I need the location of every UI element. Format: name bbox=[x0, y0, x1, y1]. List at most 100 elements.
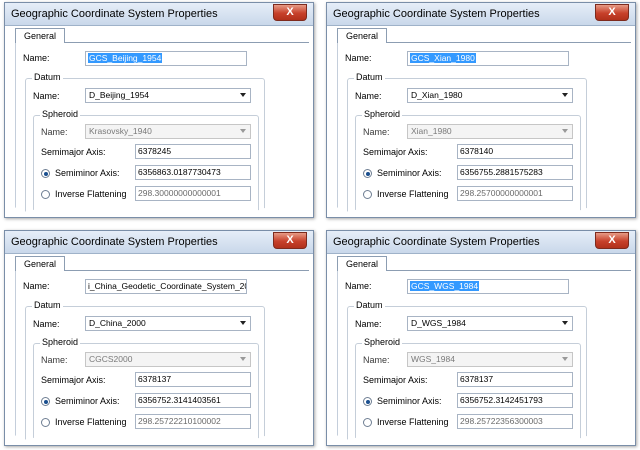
semimajor-label: Semimajor Axis: bbox=[41, 375, 106, 385]
datum-name-label: Name: bbox=[355, 319, 382, 329]
datum-value: D_China_2000 bbox=[89, 318, 146, 328]
close-button[interactable]: X bbox=[595, 4, 629, 21]
dialog-beijing-1954: Geographic Coordinate System Properties … bbox=[4, 2, 314, 218]
spheroid-group-label: Spheroid bbox=[40, 337, 81, 347]
inverse-flattening-label: Inverse Flattening bbox=[377, 189, 449, 199]
inverse-flattening-value: 298.25722210100002 bbox=[138, 416, 221, 426]
name-value: GCS_Beijing_1954 bbox=[88, 53, 163, 63]
name-label: Name: bbox=[345, 281, 372, 291]
spheroid-group-label: Spheroid bbox=[362, 109, 403, 119]
name-label: Name: bbox=[345, 53, 372, 63]
datum-select[interactable]: D_Xian_1980 bbox=[407, 88, 573, 103]
name-input[interactable]: GCS_Beijing_1954 bbox=[85, 51, 247, 66]
chevron-down-icon[interactable] bbox=[240, 93, 246, 97]
titlebar[interactable]: Geographic Coordinate System Properties … bbox=[5, 231, 313, 254]
spheroid-name-label: Name: bbox=[41, 127, 68, 137]
semiminor-label: Semiminor Axis: bbox=[55, 168, 120, 178]
inverse-flattening-radio[interactable] bbox=[363, 418, 372, 427]
semiminor-input[interactable]: 6356752.3142451793 bbox=[457, 393, 573, 408]
semimajor-input[interactable]: 6378140 bbox=[457, 144, 573, 159]
datum-select[interactable]: D_China_2000 bbox=[85, 316, 251, 331]
dialog-xian-1980: Geographic Coordinate System Properties … bbox=[326, 2, 636, 218]
inverse-flattening-value: 298.25722356300003 bbox=[460, 416, 543, 426]
semimajor-value: 6378137 bbox=[460, 374, 494, 384]
chevron-down-icon bbox=[240, 129, 246, 133]
inverse-flattening-input: 298.25722356300003 bbox=[457, 414, 573, 429]
spheroid-value: Krasovsky_1940 bbox=[89, 126, 152, 136]
inverse-flattening-radio[interactable] bbox=[41, 418, 50, 427]
semimajor-label: Semimajor Axis: bbox=[363, 375, 428, 385]
semiminor-value: 6356755.2881575283 bbox=[460, 167, 543, 177]
datum-name-label: Name: bbox=[33, 91, 60, 101]
datum-value: D_WGS_1984 bbox=[411, 318, 466, 328]
inverse-flattening-input: 298.25700000000001 bbox=[457, 186, 573, 201]
tab-general[interactable]: General bbox=[337, 28, 387, 43]
semiminor-radio[interactable] bbox=[41, 397, 50, 406]
semimajor-label: Semimajor Axis: bbox=[41, 147, 106, 157]
chevron-down-icon[interactable] bbox=[240, 321, 246, 325]
chevron-down-icon[interactable] bbox=[562, 321, 568, 325]
spheroid-name-label: Name: bbox=[363, 355, 390, 365]
tab-general[interactable]: General bbox=[15, 256, 65, 271]
semimajor-input[interactable]: 6378137 bbox=[135, 372, 251, 387]
name-input[interactable]: GCS_Xian_1980 bbox=[407, 51, 569, 66]
tab-general[interactable]: General bbox=[15, 28, 65, 43]
close-button[interactable]: X bbox=[595, 232, 629, 249]
titlebar[interactable]: Geographic Coordinate System Properties … bbox=[5, 3, 313, 26]
titlebar[interactable]: Geographic Coordinate System Properties … bbox=[327, 231, 635, 254]
dialog-china-2000: Geographic Coordinate System Properties … bbox=[4, 230, 314, 446]
semiminor-label: Semiminor Axis: bbox=[377, 168, 442, 178]
name-value: i_China_Geodetic_Coordinate_System_2000 bbox=[88, 281, 247, 291]
inverse-flattening-label: Inverse Flattening bbox=[55, 417, 127, 427]
window-title: Geographic Coordinate System Properties bbox=[333, 8, 540, 20]
semimajor-input[interactable]: 6378137 bbox=[457, 372, 573, 387]
semiminor-radio[interactable] bbox=[363, 397, 372, 406]
dialog-wgs-1984: Geographic Coordinate System Properties … bbox=[326, 230, 636, 446]
name-input[interactable]: GCS_WGS_1984 bbox=[407, 279, 569, 294]
semiminor-value: 6356863.0187730473 bbox=[138, 167, 221, 177]
name-input[interactable]: i_China_Geodetic_Coordinate_System_2000 bbox=[85, 279, 247, 294]
semimajor-label: Semimajor Axis: bbox=[363, 147, 428, 157]
name-label: Name: bbox=[23, 53, 50, 63]
spheroid-select[interactable]: Xian_1980 bbox=[407, 124, 573, 139]
spheroid-select[interactable]: WGS_1984 bbox=[407, 352, 573, 367]
semiminor-value: 6356752.3142451793 bbox=[460, 395, 543, 405]
semiminor-radio[interactable] bbox=[41, 169, 50, 178]
datum-name-label: Name: bbox=[33, 319, 60, 329]
inverse-flattening-radio[interactable] bbox=[363, 190, 372, 199]
semimajor-input[interactable]: 6378245 bbox=[135, 144, 251, 159]
inverse-flattening-radio[interactable] bbox=[41, 190, 50, 199]
spheroid-select[interactable]: Krasovsky_1940 bbox=[85, 124, 251, 139]
datum-value: D_Beijing_1954 bbox=[89, 90, 150, 100]
semiminor-input[interactable]: 6356863.0187730473 bbox=[135, 165, 251, 180]
inverse-flattening-input: 298.30000000000001 bbox=[135, 186, 251, 201]
semimajor-value: 6378140 bbox=[460, 146, 494, 156]
semiminor-input[interactable]: 6356755.2881575283 bbox=[457, 165, 573, 180]
close-button[interactable]: X bbox=[273, 4, 307, 21]
close-button[interactable]: X bbox=[273, 232, 307, 249]
inverse-flattening-label: Inverse Flattening bbox=[55, 189, 127, 199]
window-title: Geographic Coordinate System Properties bbox=[11, 8, 218, 20]
inverse-flattening-value: 298.25700000000001 bbox=[460, 188, 543, 198]
spheroid-name-label: Name: bbox=[363, 127, 390, 137]
semimajor-value: 6378137 bbox=[138, 374, 172, 384]
spheroid-group-label: Spheroid bbox=[362, 337, 403, 347]
spheroid-name-label: Name: bbox=[41, 355, 68, 365]
inverse-flattening-input: 298.25722210100002 bbox=[135, 414, 251, 429]
datum-value: D_Xian_1980 bbox=[411, 90, 463, 100]
datum-select[interactable]: D_WGS_1984 bbox=[407, 316, 573, 331]
chevron-down-icon[interactable] bbox=[562, 93, 568, 97]
semimajor-value: 6378245 bbox=[138, 146, 172, 156]
spheroid-select[interactable]: CGCS2000 bbox=[85, 352, 251, 367]
datum-group-label: Datum bbox=[32, 72, 63, 82]
tab-general[interactable]: General bbox=[337, 256, 387, 271]
datum-group-label: Datum bbox=[354, 72, 385, 82]
semiminor-input[interactable]: 6356752.3141403561 bbox=[135, 393, 251, 408]
datum-name-label: Name: bbox=[355, 91, 382, 101]
datum-select[interactable]: D_Beijing_1954 bbox=[85, 88, 251, 103]
window-title: Geographic Coordinate System Properties bbox=[11, 236, 218, 248]
chevron-down-icon bbox=[240, 357, 246, 361]
semiminor-radio[interactable] bbox=[363, 169, 372, 178]
datum-group-label: Datum bbox=[32, 300, 63, 310]
titlebar[interactable]: Geographic Coordinate System Properties … bbox=[327, 3, 635, 26]
